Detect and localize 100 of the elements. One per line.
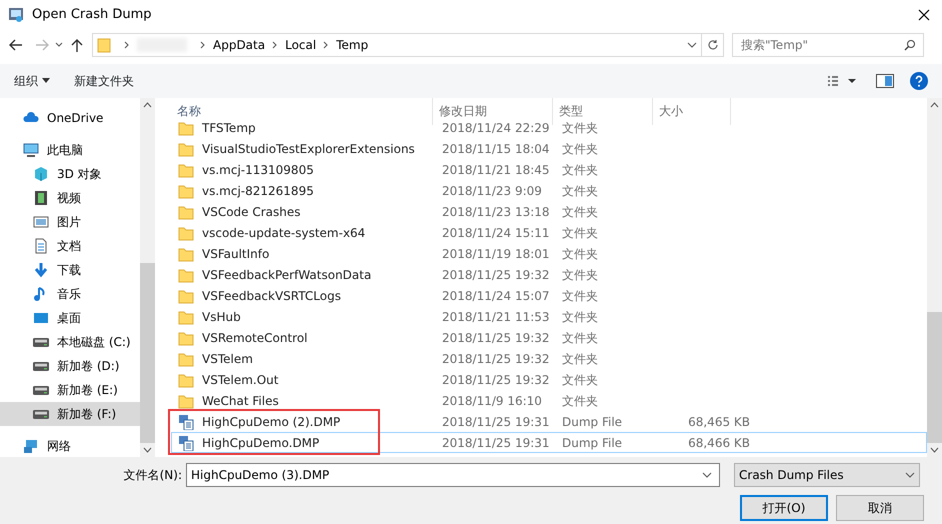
folder-icon (97, 37, 111, 53)
preview-pane-icon[interactable] (876, 74, 894, 88)
date-cell-text: 2018/11/21 18:45 (441, 162, 551, 178)
organize-menu-button[interactable]: 组织 (14, 72, 50, 90)
up-arrow-icon[interactable] (70, 37, 84, 53)
file-row[interactable]: VSFeedbackVSRTCLogs 2018/11/24 15:07 文件夹 (171, 285, 927, 306)
file-name: VSRemoteControl (202, 330, 308, 346)
chevron-icon (322, 40, 330, 50)
sidebar-item[interactable]: 音乐 (0, 282, 140, 306)
type-cell-text: 文件夹 (561, 330, 599, 346)
new-folder-button[interactable]: 新建文件夹 (74, 72, 134, 90)
back-arrow-icon[interactable] (8, 37, 24, 53)
address-bar[interactable]: AppData Local Temp (92, 33, 702, 57)
type-cell-text: 文件夹 (561, 182, 599, 200)
file-row[interactable]: WeChat Files 2018/11/9 16:10 文件夹 (171, 390, 927, 411)
folder-icon (178, 392, 194, 408)
filename-field[interactable]: HighCpuDemo (3).DMP (186, 463, 720, 487)
file-row[interactable]: vs.mcj-113109805 2018/11/21 18:45 文件夹 (171, 159, 927, 180)
file-name: VSCode Crashes (202, 204, 301, 220)
sidebar-item[interactable]: 文档 (0, 234, 140, 258)
breadcrumb-segment[interactable]: AppData (213, 36, 266, 54)
sidebar-item[interactable]: OneDrive (0, 106, 140, 130)
file-name: VSTelem.Out (202, 372, 278, 388)
dropdown-icon (905, 470, 915, 480)
sidebar-item[interactable]: 网络 (0, 434, 140, 457)
refresh-button[interactable] (702, 33, 724, 57)
file-row[interactable]: vscode-update-system-x64 2018/11/24 15:11 文件夹 (171, 222, 927, 243)
date-cell-text: 2018/11/25 19:31 (441, 414, 551, 430)
date-cell-text: 2018/11/23 9:09 (441, 182, 543, 200)
breadcrumb-segment[interactable]: Temp (336, 36, 368, 54)
file-name: vs.mcj-113109805 (202, 162, 314, 178)
file-row[interactable]: VSTelem.Out 2018/11/25 19:32 文件夹 (171, 369, 927, 390)
window-title: Open Crash Dump (32, 6, 152, 24)
dropdown-icon[interactable] (687, 40, 697, 50)
folder-icon (178, 288, 194, 304)
file-name: VSFeedbackVSRTCLogs (202, 288, 341, 304)
size-cell-text: 68,465 KB (687, 414, 750, 430)
folder-icon (178, 308, 194, 324)
file-name: vs.mcj-821261895 (202, 182, 314, 200)
film-icon (33, 190, 49, 206)
cube-icon (33, 166, 49, 182)
folder-icon (178, 224, 194, 240)
date-cell-text: 2018/11/23 13:18 (441, 204, 551, 220)
date-cell-text: 2018/11/15 18:04 (441, 140, 551, 158)
file-row[interactable]: VsHub 2018/11/21 11:53 文件夹 (171, 306, 927, 327)
date-cell-text: 2018/11/25 19:32 (441, 372, 551, 388)
cancel-button[interactable]: 取消 (836, 495, 924, 521)
folder-icon (178, 350, 194, 366)
type-cell-text: 文件夹 (561, 162, 599, 178)
help-icon[interactable] (910, 72, 928, 90)
type-cell-text: Dump File (561, 434, 624, 452)
scrollbar[interactable] (140, 98, 155, 457)
sidebar-item[interactable]: 视频 (0, 186, 140, 210)
computer-icon (23, 142, 39, 158)
caret-icon (42, 78, 50, 84)
column-header[interactable]: 大小 (653, 98, 731, 125)
file-row[interactable]: VSFeedbackPerfWatsonData 2018/11/25 19:32 文件夹 (171, 264, 927, 285)
file-name: VSFaultInfo (202, 246, 270, 262)
sidebar-item[interactable]: 新加卷 (F:) (0, 402, 140, 426)
file-name: HighCpuDemo (2).DMP (202, 414, 340, 430)
file-row[interactable]: VisualStudioTestExplorerExtensions 2018/11/15 18:04 文件夹 (171, 138, 927, 159)
view-options-icon[interactable] (828, 75, 856, 87)
close-icon[interactable] (918, 9, 930, 21)
type-cell-text: 文件夹 (561, 288, 599, 304)
dropdown-icon[interactable] (702, 470, 712, 480)
drive-icon (33, 386, 49, 395)
file-name: VisualStudioTestExplorerExtensions (202, 140, 415, 158)
sidebar-item[interactable]: 桌面 (0, 306, 140, 330)
dump-file-icon (178, 434, 194, 450)
file-type-dropdown[interactable]: Crash Dump Files (734, 463, 920, 487)
chevron-icon (123, 40, 131, 50)
search-field[interactable]: 搜索"Temp" (732, 33, 924, 57)
file-row[interactable]: HighCpuDemo (2).DMP 2018/11/25 19:31 Dump File 68,465 KB (171, 411, 927, 432)
scrollbar[interactable] (927, 98, 942, 457)
chevron-icon (271, 40, 280, 50)
file-row[interactable]: VSCode Crashes 2018/11/23 13:18 文件夹 (171, 201, 927, 222)
sidebar-item[interactable]: 3D 对象 (0, 162, 140, 186)
type-cell-text: 文件夹 (561, 204, 599, 220)
folder-icon (178, 204, 194, 220)
folder-icon (178, 330, 194, 346)
folder-icon (178, 140, 194, 156)
date-cell-text: 2018/11/25 19:32 (441, 350, 551, 368)
sidebar-item[interactable]: 新加卷 (E:) (0, 378, 140, 402)
file-row[interactable]: VSTelem 2018/11/25 19:32 文件夹 (171, 348, 927, 369)
refresh-icon (706, 39, 718, 51)
sidebar-item[interactable]: 此电脑 (0, 138, 140, 162)
file-row[interactable]: VSFaultInfo 2018/11/19 18:01 文件夹 (171, 243, 927, 264)
sidebar-item[interactable]: 新加卷 (D:) (0, 354, 140, 378)
file-row[interactable]: HighCpuDemo.DMP 2018/11/25 19:31 Dump File 68,466 KB (171, 432, 927, 453)
date-cell-text: 2018/11/21 11:53 (441, 308, 551, 326)
open-button[interactable]: 打开(O) (740, 495, 828, 521)
breadcrumb-segment[interactable]: Local (285, 36, 316, 54)
type-cell-text: 文件夹 (561, 392, 599, 410)
date-cell-text: 2018/11/9 16:10 (441, 392, 543, 410)
sidebar-item[interactable]: 下载 (0, 258, 140, 282)
file-row[interactable]: vs.mcj-821261895 2018/11/23 9:09 文件夹 (171, 180, 927, 201)
network-icon (23, 438, 39, 454)
sidebar-item[interactable]: 图片 (0, 210, 140, 234)
file-row[interactable]: VSRemoteControl 2018/11/25 19:32 文件夹 (171, 327, 927, 348)
sidebar-item[interactable]: 本地磁盘 (C:) (0, 330, 140, 354)
